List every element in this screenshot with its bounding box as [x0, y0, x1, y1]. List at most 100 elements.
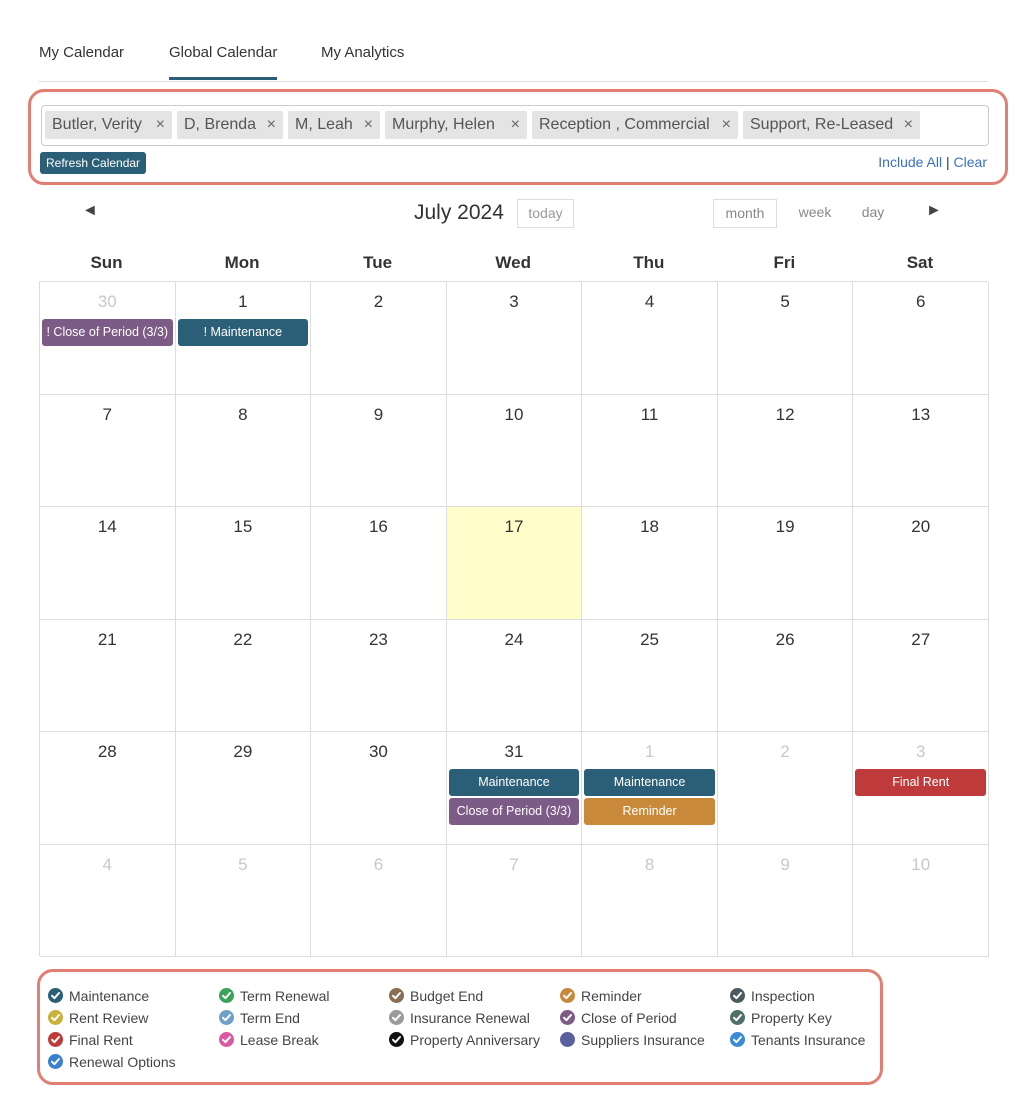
- day-cell[interactable]: 21: [40, 619, 176, 732]
- day-cell[interactable]: 30 ! Close of Period (3/3): [40, 282, 176, 395]
- day-number[interactable]: 3: [447, 292, 582, 312]
- day-number[interactable]: 23: [311, 630, 446, 650]
- day-cell[interactable]: 4: [582, 282, 718, 395]
- day-cell[interactable]: 3 Final Rent: [853, 732, 989, 845]
- day-cell[interactable]: 10: [446, 394, 583, 507]
- day-cell[interactable]: 29: [175, 732, 312, 845]
- remove-chip-icon[interactable]: ×: [722, 111, 731, 139]
- day-cell[interactable]: 2: [717, 732, 854, 845]
- day-number[interactable]: 2: [718, 742, 853, 762]
- day-number[interactable]: 16: [311, 517, 446, 537]
- day-cell[interactable]: 5: [717, 282, 854, 395]
- day-number[interactable]: 8: [176, 405, 311, 425]
- day-number[interactable]: 11: [582, 405, 717, 425]
- day-cell[interactable]: 1 Maintenance Reminder: [582, 732, 718, 845]
- remove-chip-icon[interactable]: ×: [364, 111, 373, 139]
- day-cell[interactable]: 26: [717, 619, 854, 732]
- calendar-event[interactable]: Close of Period (3/3): [448, 797, 580, 825]
- calendar-event[interactable]: Maintenance: [584, 769, 715, 796]
- day-number[interactable]: 5: [176, 855, 311, 875]
- day-number[interactable]: 14: [40, 517, 175, 537]
- day-number[interactable]: 28: [40, 742, 175, 762]
- month-view-button[interactable]: month: [713, 199, 777, 228]
- day-number[interactable]: 3: [853, 742, 988, 762]
- day-number[interactable]: 4: [582, 292, 717, 312]
- day-number[interactable]: 20: [853, 517, 988, 537]
- day-cell[interactable]: 15: [175, 507, 312, 620]
- day-cell[interactable]: 28: [40, 732, 176, 845]
- day-view-button[interactable]: day: [848, 199, 898, 228]
- day-cell[interactable]: 14: [40, 507, 176, 620]
- clear-link[interactable]: Clear: [954, 154, 987, 170]
- day-number[interactable]: 12: [718, 405, 853, 425]
- day-cell[interactable]: 4: [40, 844, 176, 957]
- refresh-calendar-button[interactable]: Refresh Calendar: [40, 152, 147, 174]
- day-cell[interactable]: 8: [175, 394, 312, 507]
- day-number[interactable]: 19: [718, 517, 853, 537]
- day-cell[interactable]: 12: [717, 394, 854, 507]
- remove-chip-icon[interactable]: ×: [267, 111, 276, 139]
- day-cell[interactable]: 3: [446, 282, 583, 395]
- day-number[interactable]: 15: [176, 517, 311, 537]
- day-cell[interactable]: 7: [40, 394, 176, 507]
- day-number[interactable]: 9: [718, 855, 853, 875]
- remove-chip-icon[interactable]: ×: [904, 111, 913, 139]
- day-cell[interactable]: 30: [311, 732, 447, 845]
- day-number[interactable]: 25: [582, 630, 717, 650]
- day-number[interactable]: 1: [176, 292, 311, 312]
- prev-month-icon[interactable]: ◄: [82, 202, 98, 220]
- day-cell[interactable]: 1 ! Maintenance: [175, 282, 312, 395]
- day-number[interactable]: 2: [311, 292, 446, 312]
- day-cell[interactable]: 2: [311, 282, 447, 395]
- day-number[interactable]: 24: [447, 630, 582, 650]
- day-number[interactable]: 30: [40, 292, 175, 312]
- day-number[interactable]: 5: [718, 292, 853, 312]
- day-cell[interactable]: 10: [853, 844, 989, 957]
- day-number[interactable]: 17: [447, 517, 582, 537]
- next-month-icon[interactable]: ►: [926, 202, 942, 220]
- tab-my-analytics[interactable]: My Analytics: [321, 44, 404, 77]
- day-cell[interactable]: 9: [311, 394, 447, 507]
- day-cell[interactable]: 19: [717, 507, 854, 620]
- calendar-event[interactable]: Final Rent: [855, 769, 986, 796]
- day-cell[interactable]: 9: [717, 844, 854, 957]
- day-number[interactable]: 7: [447, 855, 582, 875]
- week-view-button[interactable]: week: [786, 199, 844, 228]
- day-cell[interactable]: 5: [175, 844, 312, 957]
- calendar-event[interactable]: ! Maintenance: [177, 319, 309, 346]
- day-number[interactable]: 31: [447, 742, 582, 762]
- day-number[interactable]: 26: [718, 630, 853, 650]
- include-all-link[interactable]: Include All: [878, 154, 942, 170]
- day-cell[interactable]: 24: [446, 619, 583, 732]
- day-cell[interactable]: 7: [446, 844, 583, 957]
- day-cell[interactable]: 11: [582, 394, 718, 507]
- day-number[interactable]: 1: [582, 742, 717, 762]
- day-cell[interactable]: 17: [446, 507, 583, 620]
- tab-global-calendar[interactable]: Global Calendar: [169, 44, 278, 80]
- day-number[interactable]: 13: [853, 405, 988, 425]
- day-number[interactable]: 4: [40, 855, 175, 875]
- day-cell[interactable]: 20: [853, 507, 989, 620]
- tab-my-calendar[interactable]: My Calendar: [39, 44, 124, 77]
- day-cell[interactable]: 6: [311, 844, 447, 957]
- day-cell[interactable]: 27: [853, 619, 989, 732]
- day-number[interactable]: 29: [176, 742, 311, 762]
- day-number[interactable]: 6: [311, 855, 446, 875]
- remove-chip-icon[interactable]: ×: [511, 111, 520, 139]
- day-number[interactable]: 27: [853, 630, 988, 650]
- day-cell[interactable]: 31 Maintenance Close of Period (3/3): [446, 732, 583, 845]
- day-cell[interactable]: 13: [853, 394, 989, 507]
- day-number[interactable]: 10: [447, 405, 582, 425]
- day-cell[interactable]: 6: [853, 282, 989, 395]
- day-number[interactable]: 22: [176, 630, 311, 650]
- day-cell[interactable]: 16: [311, 507, 447, 620]
- day-number[interactable]: 21: [40, 630, 175, 650]
- calendar-event[interactable]: ! Close of Period (3/3): [42, 319, 173, 346]
- calendar-event[interactable]: Reminder: [584, 797, 715, 825]
- today-button[interactable]: today: [517, 199, 574, 228]
- day-cell[interactable]: 18: [582, 507, 718, 620]
- day-cell[interactable]: 25: [582, 619, 718, 732]
- day-number[interactable]: 18: [582, 517, 717, 537]
- day-number[interactable]: 8: [582, 855, 717, 875]
- day-number[interactable]: 30: [311, 742, 446, 762]
